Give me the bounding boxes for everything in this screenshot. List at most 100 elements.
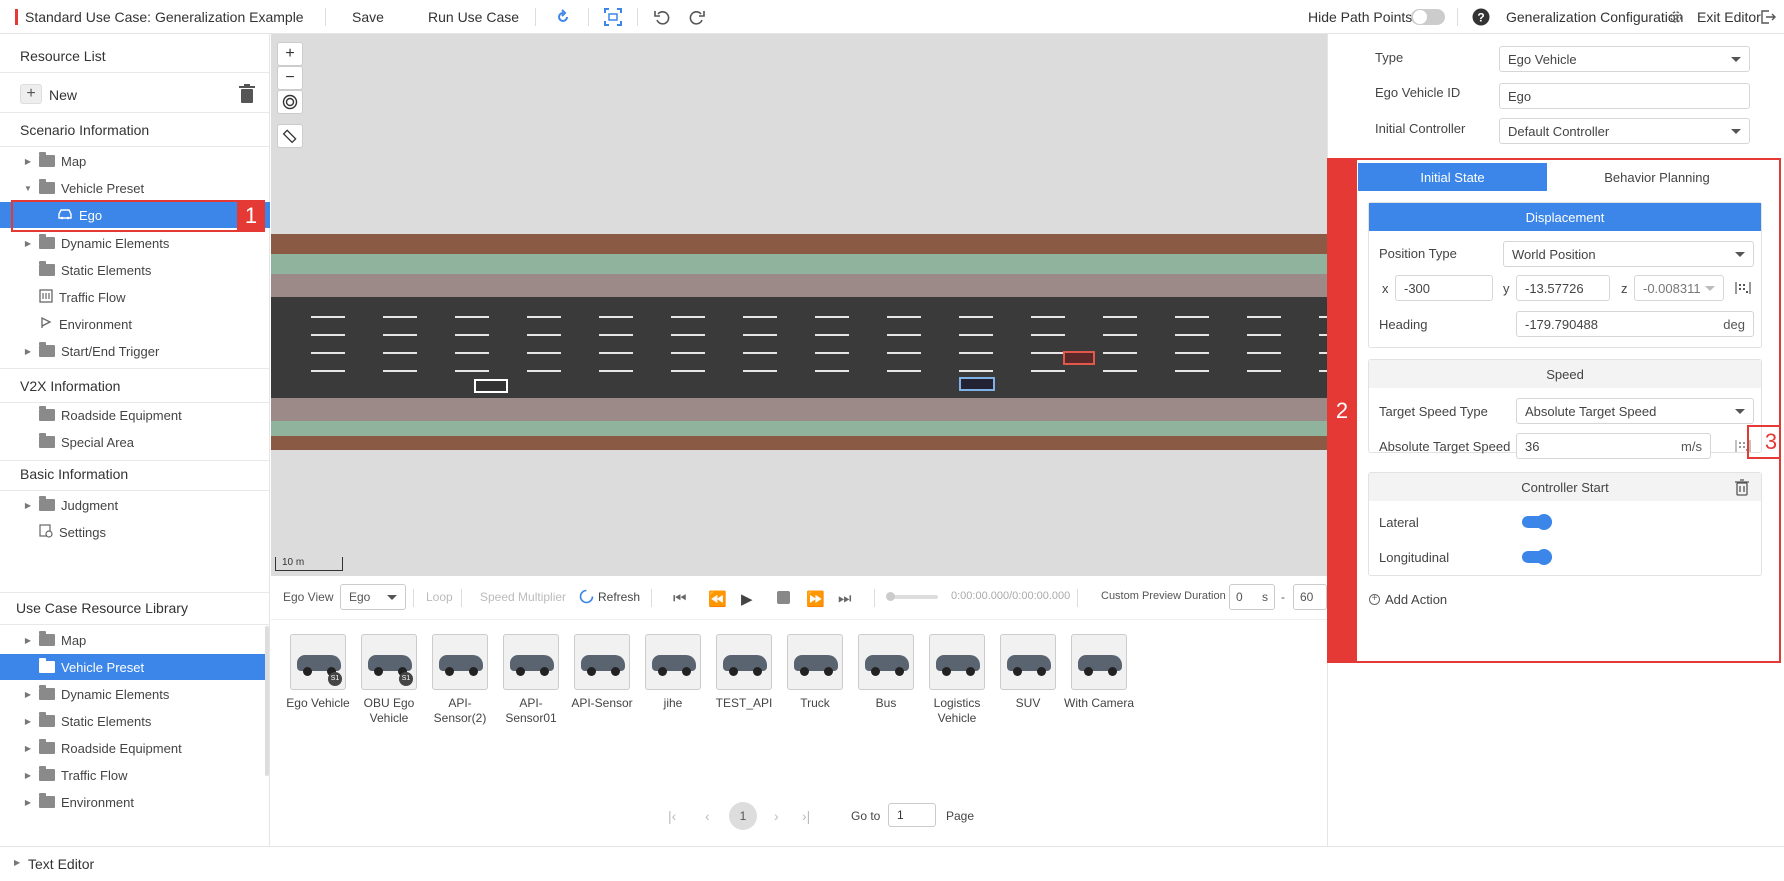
- initial-controller-select[interactable]: Default Controller: [1499, 118, 1750, 144]
- scenario-canvas[interactable]: + − 10 m: [271, 34, 1327, 576]
- caret-right-icon[interactable]: ▶: [23, 771, 33, 780]
- vehicle-card[interactable]: S1 Ego Vehicle: [283, 634, 353, 711]
- tree-item-judgment[interactable]: ▶ Judgment: [0, 492, 270, 518]
- stop-icon[interactable]: [777, 591, 790, 604]
- caret-right-icon[interactable]: ▶: [23, 157, 33, 166]
- add-icon[interactable]: +: [20, 84, 42, 104]
- caret-right-icon[interactable]: ▶: [23, 239, 33, 248]
- exit-editor-button[interactable]: Exit Editor: [1697, 9, 1761, 25]
- play-icon[interactable]: ▶: [741, 590, 753, 608]
- next-page-icon[interactable]: ›: [774, 808, 779, 824]
- center-view-button[interactable]: [277, 90, 303, 114]
- caret-right-icon[interactable]: ▶: [23, 690, 33, 699]
- goto-page-input[interactable]: 1: [888, 803, 936, 827]
- focus-frame-icon[interactable]: [603, 7, 623, 27]
- refresh-icon[interactable]: [553, 7, 573, 27]
- vehicle-card[interactable]: Bus: [851, 634, 921, 711]
- refresh-icon[interactable]: [579, 589, 594, 607]
- toolbar-divider: [1457, 8, 1458, 26]
- vehicle-card[interactable]: With Camera: [1064, 634, 1134, 711]
- tree-item-static-elements[interactable]: Static Elements: [0, 257, 270, 283]
- chevron-down-icon: [1731, 57, 1741, 62]
- measure-ruler-button[interactable]: [277, 124, 303, 148]
- caret-right-icon[interactable]: ▶: [14, 858, 20, 867]
- library-item-static-elements[interactable]: ▶ Static Elements: [0, 708, 265, 734]
- library-item-traffic-flow[interactable]: ▶ Traffic Flow: [0, 762, 265, 788]
- redo-icon[interactable]: [687, 7, 707, 27]
- zoom-out-button[interactable]: −: [277, 66, 303, 90]
- vehicle-card[interactable]: Truck: [780, 634, 850, 711]
- vehicle-name: OBU Ego Vehicle: [363, 696, 415, 725]
- prev-page-icon[interactable]: ‹: [705, 808, 710, 824]
- help-icon[interactable]: ?: [1471, 7, 1491, 27]
- caret-right-icon[interactable]: ▶: [23, 347, 33, 356]
- caret-right-icon[interactable]: ▶: [23, 744, 33, 753]
- caret-right-icon[interactable]: ▶: [23, 798, 33, 807]
- library-item-vehicle-preset[interactable]: Vehicle Preset: [0, 654, 265, 680]
- vehicle-card[interactable]: S1 OBU Ego Vehicle: [354, 634, 424, 726]
- hide-path-points-toggle[interactable]: [1411, 9, 1445, 25]
- library-item-map[interactable]: ▶ Map: [0, 627, 265, 653]
- run-use-case-button[interactable]: Run Use Case: [428, 9, 519, 25]
- generalization-config-button[interactable]: Generalization Configuration: [1506, 9, 1683, 25]
- vehicle-card[interactable]: API-Sensor(2): [425, 634, 495, 726]
- step-forward-icon[interactable]: ⏩: [806, 590, 825, 608]
- wheel: [1013, 667, 1022, 676]
- trash-icon[interactable]: [238, 84, 256, 107]
- tree-item-vehicle-preset[interactable]: ▼ Vehicle Preset: [0, 175, 270, 201]
- sidewalk-band: [271, 398, 1327, 421]
- vehicle-marker[interactable]: [959, 377, 995, 391]
- loop-toggle[interactable]: Loop: [426, 590, 453, 604]
- type-select[interactable]: Ego Vehicle: [1499, 46, 1750, 72]
- annotation-box-2: [1327, 158, 1781, 663]
- refresh-button[interactable]: Refresh: [598, 590, 640, 604]
- caret-right-icon[interactable]: ▶: [23, 717, 33, 726]
- caret-right-icon[interactable]: ▶: [23, 636, 33, 645]
- tree-item-settings[interactable]: Settings: [0, 519, 270, 545]
- type-label: Type: [1375, 50, 1404, 65]
- scrollbar[interactable]: [265, 626, 269, 776]
- tree-item-environment[interactable]: Environment: [0, 311, 270, 337]
- vehicle-card[interactable]: API-Sensor: [567, 634, 637, 711]
- progress-slider[interactable]: [886, 592, 938, 601]
- page-number-current[interactable]: 1: [729, 802, 757, 830]
- last-page-icon[interactable]: ›|: [802, 808, 810, 824]
- preview-start-input[interactable]: 0s: [1229, 584, 1275, 610]
- exit-icon[interactable]: [1758, 7, 1778, 27]
- tree-item-dynamic-elements[interactable]: ▶ Dynamic Elements: [0, 230, 270, 256]
- gear-icon[interactable]: [1666, 7, 1686, 27]
- undo-icon[interactable]: [652, 7, 672, 27]
- slider-handle[interactable]: [886, 592, 895, 601]
- text-editor-bar[interactable]: ▶ Text Editor: [0, 846, 1784, 881]
- library-item-environment[interactable]: ▶ Environment: [0, 789, 265, 815]
- tree-item-traffic-flow[interactable]: Traffic Flow: [0, 284, 270, 310]
- vehicle-card[interactable]: SUV: [993, 634, 1063, 711]
- tree-item-special-area[interactable]: Special Area: [0, 429, 270, 455]
- ego-vehicle-marker[interactable]: [1063, 351, 1095, 365]
- vehicle-card[interactable]: Logistics Vehicle: [922, 634, 992, 726]
- tree-item-roadside-equipment[interactable]: Roadside Equipment: [0, 402, 270, 428]
- preview-end-input[interactable]: 60: [1293, 584, 1327, 610]
- ego-view-select[interactable]: Ego: [340, 584, 406, 610]
- vehicle-card[interactable]: jihe: [638, 634, 708, 711]
- library-item-roadside-equipment[interactable]: ▶ Roadside Equipment: [0, 735, 265, 761]
- caret-down-icon[interactable]: ▼: [23, 184, 33, 193]
- vehicle-card[interactable]: API-Sensor01: [496, 634, 566, 726]
- skip-start-icon[interactable]: ⏮: [673, 590, 687, 607]
- wheel: [303, 667, 312, 676]
- vehicle-marker[interactable]: [474, 379, 508, 393]
- new-button[interactable]: New: [49, 87, 77, 103]
- caret-right-icon[interactable]: ▶: [23, 501, 33, 510]
- skip-end-icon[interactable]: ⏭: [838, 590, 852, 607]
- tree-item-map[interactable]: ▶ Map: [0, 148, 270, 174]
- first-page-icon[interactable]: |‹: [668, 808, 676, 824]
- step-back-icon[interactable]: ⏪: [708, 590, 727, 608]
- speed-multiplier[interactable]: Speed Multiplier: [480, 590, 566, 604]
- tree-item-start-end-trigger[interactable]: ▶ Start/End Trigger: [0, 338, 270, 364]
- ego-vehicle-id-input[interactable]: Ego: [1499, 83, 1750, 109]
- library-item-dynamic-elements[interactable]: ▶ Dynamic Elements: [0, 681, 265, 707]
- tree-item-label: Roadside Equipment: [61, 740, 182, 756]
- save-button[interactable]: Save: [352, 9, 384, 25]
- zoom-in-button[interactable]: +: [277, 42, 303, 66]
- vehicle-card[interactable]: TEST_API: [709, 634, 779, 711]
